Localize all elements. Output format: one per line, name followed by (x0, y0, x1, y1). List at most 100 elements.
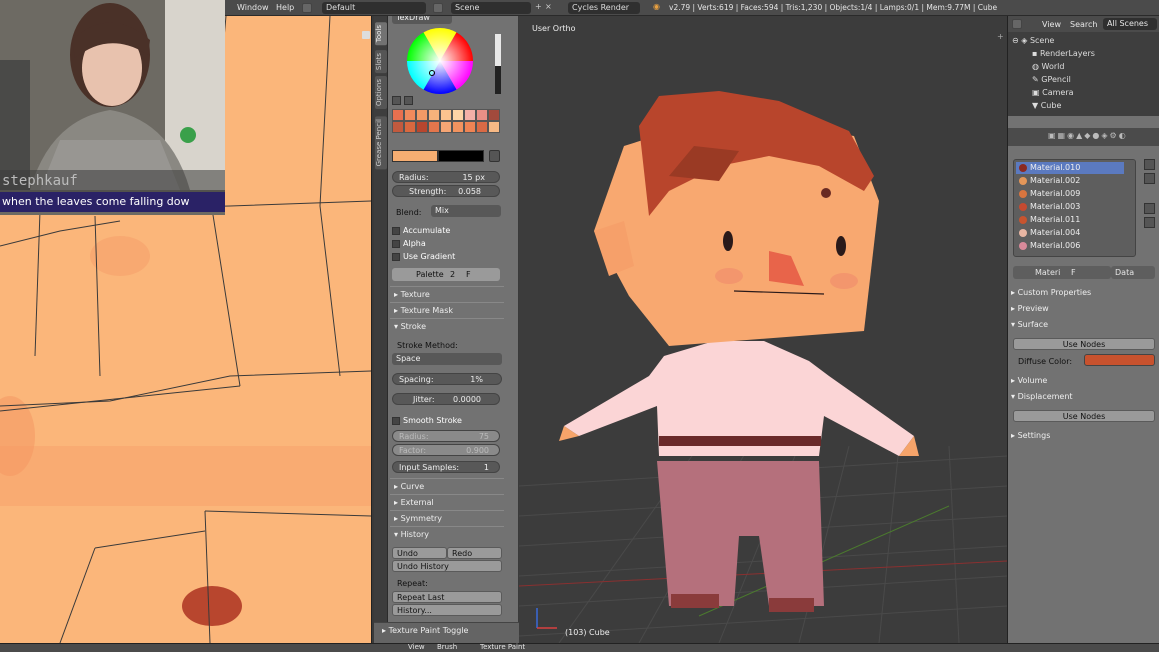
scene-icon[interactable] (433, 3, 443, 13)
redo-button[interactable]: Redo (447, 547, 502, 559)
operator-panel[interactable]: ▸ Texture Paint Toggle (374, 622, 519, 643)
panel-texture-mask[interactable]: ▸ Texture Mask (390, 302, 504, 317)
panel-external[interactable]: ▸ External (390, 494, 504, 509)
panel-volume[interactable]: ▸ Volume (1011, 374, 1156, 388)
use-nodes-button[interactable]: Use Nodes (1013, 338, 1155, 350)
add-material-slot-icon[interactable] (1144, 159, 1155, 170)
palette-swatch[interactable] (464, 109, 476, 121)
strength-field[interactable]: Strength: 0.058 (392, 185, 500, 197)
palette-swatch[interactable] (416, 109, 428, 121)
input-samples-field[interactable]: Input Samples: 1 (392, 461, 500, 473)
panel-history[interactable]: ▾ History (390, 526, 504, 541)
panel-custom-properties[interactable]: ▸ Custom Properties (1011, 286, 1156, 300)
palette-swatch[interactable] (416, 121, 428, 133)
primary-color-swatch[interactable] (392, 150, 438, 162)
palette-swatch[interactable] (404, 121, 416, 133)
use-gradient-check-icon[interactable] (392, 252, 400, 261)
material-slot[interactable]: Material.004 (1016, 227, 1124, 239)
outliner-item-gpencil[interactable]: ✎ GPencil (1032, 74, 1071, 86)
stroke-method-selector[interactable]: Space (392, 353, 502, 365)
palette-fake-user[interactable]: F (466, 268, 471, 281)
palette-selector[interactable]: Palette 2 F (392, 268, 500, 281)
repeat-last-button[interactable]: Repeat Last (392, 591, 502, 603)
render-engine-selector[interactable]: Cycles Render (568, 2, 640, 14)
panel-curve[interactable]: ▸ Curve (390, 478, 504, 493)
use-nodes-displacement-button[interactable]: Use Nodes (1013, 410, 1155, 422)
outliner-editor-icon[interactable] (1012, 19, 1022, 29)
move-slot-down-icon[interactable] (1144, 217, 1155, 228)
tab-options[interactable]: Options (375, 76, 387, 110)
factor-field[interactable]: Factor: 0.900 (392, 444, 500, 456)
outliner-item-renderlayers[interactable]: ▪ RenderLayers (1032, 48, 1095, 60)
panel-displacement[interactable]: ▾ Displacement (1011, 390, 1156, 404)
palette-swatch[interactable] (452, 109, 464, 121)
secondary-color-swatch[interactable] (438, 150, 484, 162)
smooth-stroke-check-icon[interactable] (392, 416, 400, 425)
palette-swatch[interactable] (476, 109, 488, 121)
palette-swatch[interactable] (464, 121, 476, 133)
material-slot-list[interactable]: Material.010 Material.002 Material.009 M… (1013, 159, 1136, 257)
diffuse-color-swatch[interactable] (1084, 354, 1155, 366)
smooth-radius-field[interactable]: Radius: 75 (392, 430, 500, 442)
palette-grid[interactable] (392, 109, 500, 145)
outliner-item-world[interactable]: ◍ World (1032, 61, 1064, 73)
corner-widget-icon[interactable] (362, 31, 370, 39)
palette-swatch[interactable] (392, 121, 404, 133)
viewport-corner-icon[interactable]: + (997, 32, 1004, 41)
undo-button[interactable]: Undo (392, 547, 447, 559)
outliner-search-menu[interactable]: Search (1070, 20, 1097, 29)
material-datablock-field[interactable]: Materi F (1013, 266, 1111, 279)
outliner[interactable]: View Search All Scenes ⊖ ◈ Scene ▪ Rende… (1008, 16, 1159, 116)
add-scene-icon[interactable]: + (535, 2, 545, 12)
material-slot[interactable]: Material.011 (1016, 214, 1124, 226)
layout-selector[interactable]: Default (322, 2, 426, 14)
palette-swatch[interactable] (476, 121, 488, 133)
palette-swatch[interactable] (440, 109, 452, 121)
smooth-stroke-checkbox[interactable]: Smooth Stroke (392, 416, 502, 425)
color-wheel[interactable] (388, 26, 518, 98)
material-slot[interactable]: Material.003 (1016, 201, 1124, 213)
material-slot[interactable]: Material.006 (1016, 240, 1124, 252)
properties-context-tabs[interactable]: ▣▦◉▲◆●◈⚙◐ (1008, 128, 1159, 146)
spacing-field[interactable]: Spacing: 1% (392, 373, 502, 385)
palette-swatch[interactable] (452, 121, 464, 133)
panel-surface[interactable]: ▾ Surface (1011, 318, 1156, 332)
remove-material-slot-icon[interactable] (1144, 173, 1155, 184)
layout-icon[interactable] (302, 3, 312, 13)
palette-swatch[interactable] (428, 121, 440, 133)
tab-grease-pencil[interactable]: Grease Pencil (375, 116, 387, 170)
palette-swatch[interactable] (488, 121, 500, 133)
palette-swatch[interactable] (428, 109, 440, 121)
outliner-filter-selector[interactable]: All Scenes (1103, 18, 1157, 30)
view-menu[interactable]: View (408, 643, 425, 651)
outliner-item-camera[interactable]: ▣ Camera (1032, 87, 1074, 99)
material-link-selector[interactable]: Data (1111, 266, 1155, 279)
menu-window[interactable]: Window (237, 3, 269, 12)
outliner-view-menu[interactable]: View (1042, 20, 1061, 29)
panel-texture[interactable]: ▸ Texture (390, 286, 504, 301)
outliner-item-cube[interactable]: ▼ Cube (1032, 100, 1061, 112)
alpha-check-icon[interactable] (392, 239, 400, 248)
jitter-field[interactable]: Jitter: 0.0000 (392, 393, 500, 405)
palette-swatch[interactable] (440, 121, 452, 133)
scene-selector[interactable]: Scene (451, 2, 531, 14)
3d-viewport[interactable]: User Ortho (103) Cube + (519, 16, 1008, 643)
palette-remove-icon[interactable] (404, 96, 413, 105)
menu-help[interactable]: Help (276, 3, 294, 12)
viewport-scene[interactable] (519, 16, 1008, 643)
history-button[interactable]: History... (392, 604, 502, 616)
palette-swatch[interactable] (488, 109, 500, 121)
outliner-item-scene[interactable]: ⊖ ◈ Scene (1012, 35, 1054, 47)
mode-selector[interactable]: Texture Paint (480, 643, 525, 651)
radius-field[interactable]: Radius: 15 px (392, 171, 500, 183)
accumulate-checkbox[interactable]: Accumulate (392, 226, 502, 235)
panel-settings[interactable]: ▸ Settings (1011, 429, 1156, 443)
palette-swatch[interactable] (404, 109, 416, 121)
material-slot[interactable]: Material.010 (1016, 162, 1124, 174)
swap-colors-icon[interactable] (489, 150, 500, 162)
palette-swatch[interactable] (392, 109, 404, 121)
remove-scene-icon[interactable]: × (545, 2, 555, 12)
alpha-checkbox[interactable]: Alpha (392, 239, 502, 248)
material-slot[interactable]: Material.009 (1016, 188, 1124, 200)
undo-history-button[interactable]: Undo History (392, 560, 502, 572)
